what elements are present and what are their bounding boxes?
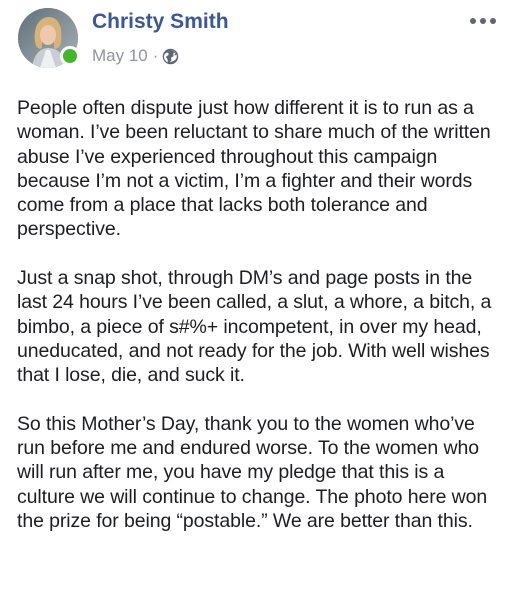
more-options-icon[interactable]: [470, 14, 496, 28]
online-status-dot: [60, 46, 80, 66]
post-date-link[interactable]: May 10: [92, 46, 148, 66]
more-dot: [470, 18, 476, 24]
post-meta: May 10 ·: [92, 46, 179, 66]
post-paragraph: Just a snap shot, through DM’s and page …: [17, 267, 492, 387]
meta-separator: ·: [152, 46, 159, 65]
post-paragraph: So this Mother’s Day, thank you to the w…: [17, 412, 488, 533]
globe-icon[interactable]: [162, 48, 179, 65]
more-dot: [480, 18, 486, 24]
author-avatar[interactable]: [18, 8, 80, 68]
author-name-link[interactable]: Christy Smith: [92, 10, 229, 34]
post-paragraph: People often dispute just how different …: [17, 97, 491, 241]
more-dot: [490, 18, 496, 24]
facebook-post: Christy Smith May 10 · People often disp…: [0, 0, 508, 600]
post-header: Christy Smith May 10 ·: [18, 8, 498, 72]
post-body: People often dispute just how different …: [17, 96, 501, 558]
